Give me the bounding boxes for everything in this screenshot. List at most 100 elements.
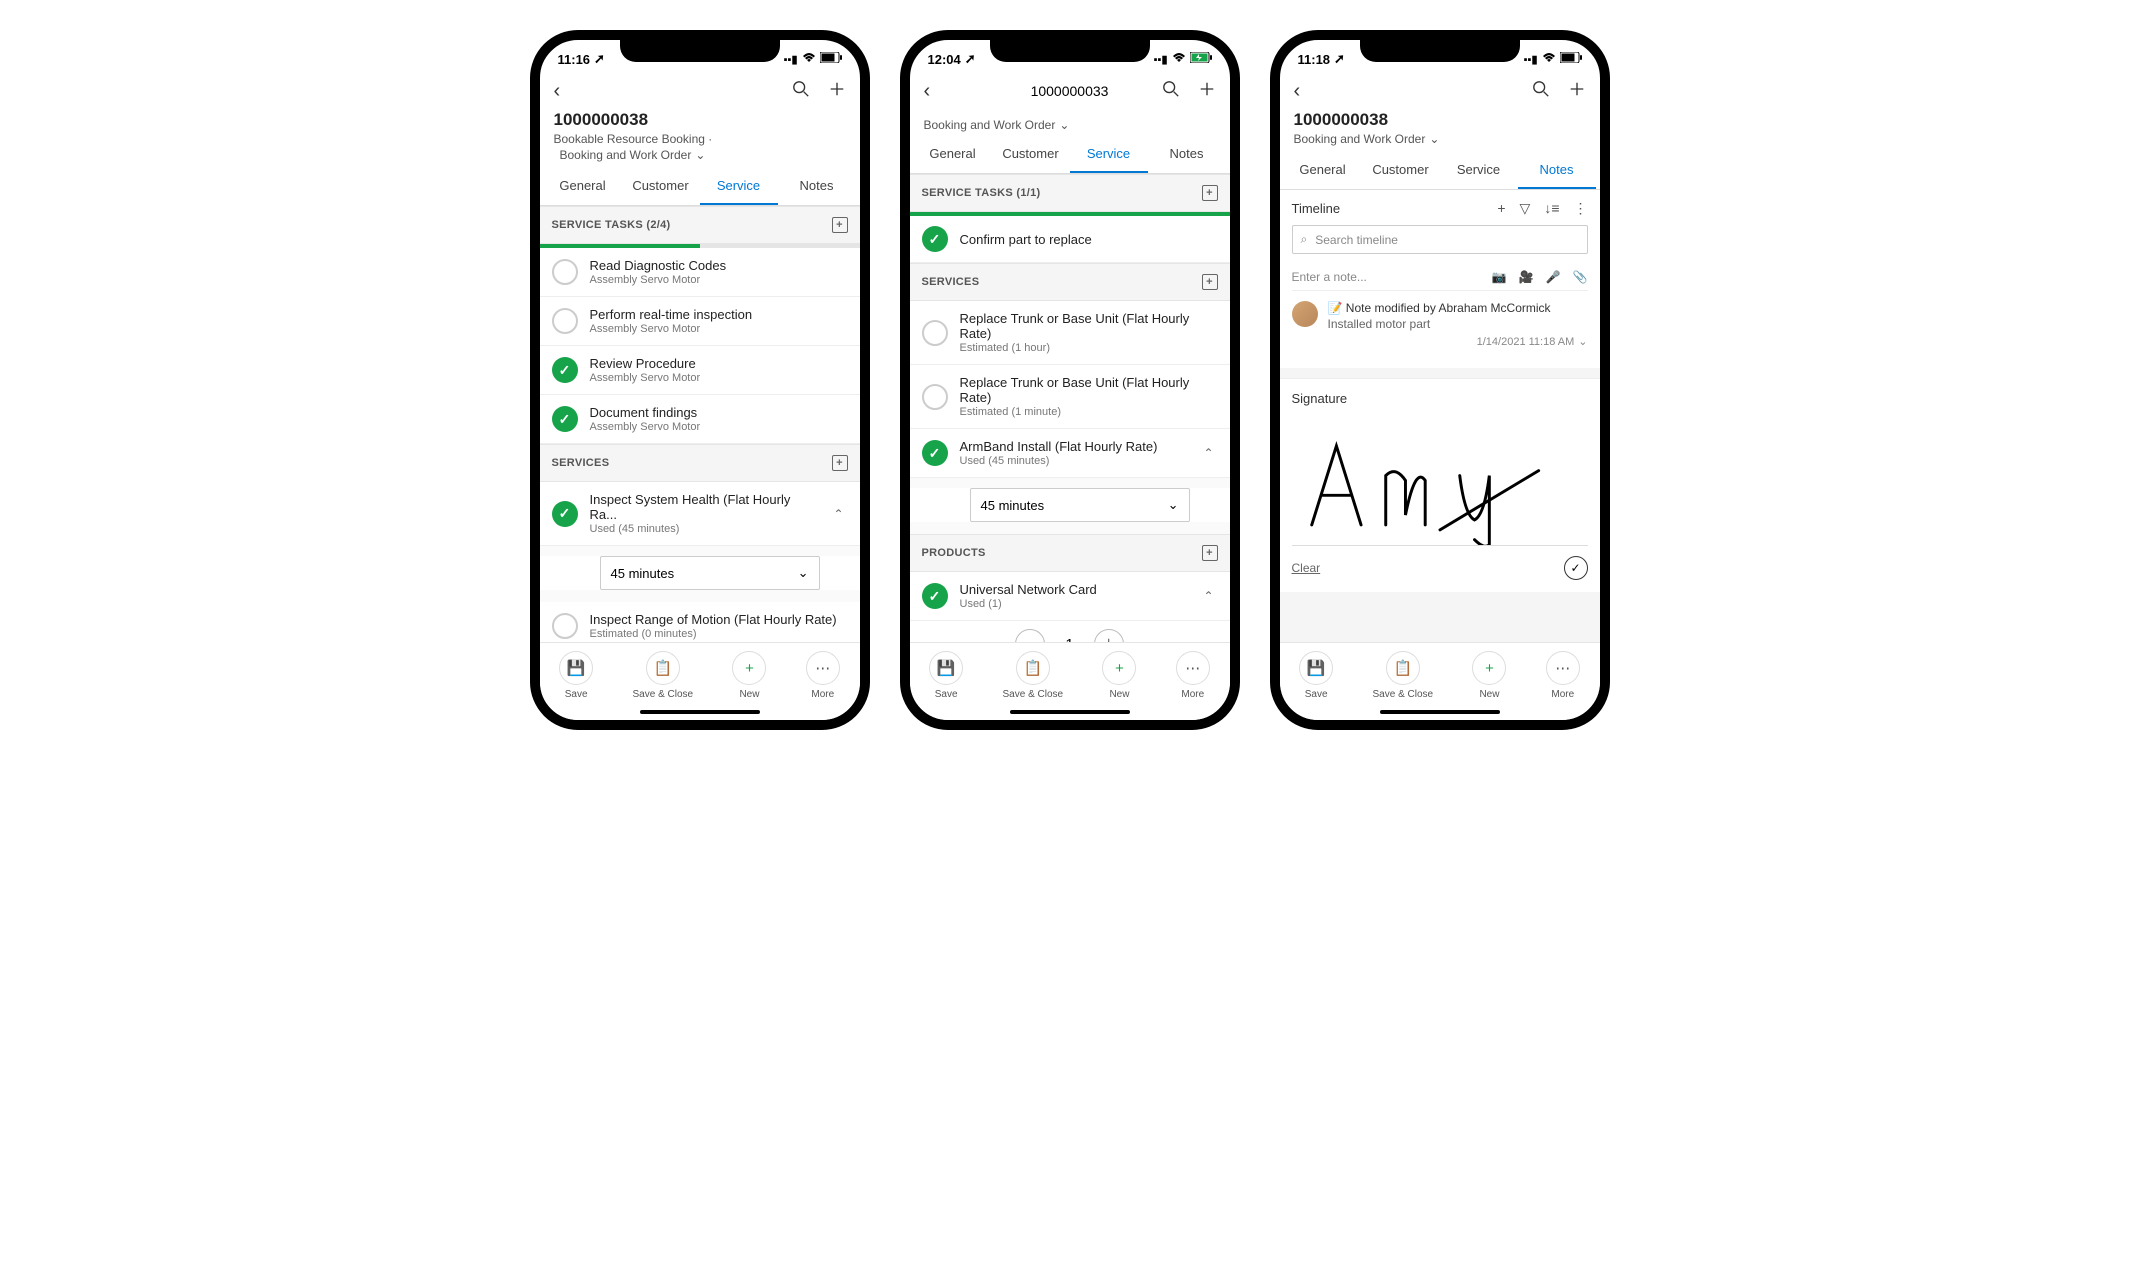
note-input[interactable]: Enter a note... 📷 🎥 🎤 📎 bbox=[1292, 264, 1588, 291]
task-sub: Assembly Servo Motor bbox=[590, 274, 848, 286]
tab-service[interactable]: Service bbox=[1070, 136, 1148, 173]
tabs: General Customer Service Notes bbox=[540, 168, 860, 206]
phone-3: 11:18 ➚ ▪▪▮ ‹ 1000000038 Booking and Wor… bbox=[1270, 30, 1610, 730]
tab-notes[interactable]: Notes bbox=[1518, 152, 1596, 189]
save-button[interactable]: 💾Save bbox=[1299, 651, 1333, 700]
service-check[interactable] bbox=[552, 613, 578, 639]
task-check[interactable] bbox=[552, 259, 578, 285]
new-button[interactable]: +New bbox=[1102, 651, 1136, 700]
service-check[interactable] bbox=[922, 440, 948, 466]
camera-icon[interactable]: 📷 bbox=[1492, 270, 1507, 284]
more-button[interactable]: ⋯More bbox=[1546, 651, 1580, 700]
save-close-button[interactable]: 📋Save & Close bbox=[1373, 651, 1434, 700]
search-icon[interactable] bbox=[1532, 80, 1550, 103]
timeline-sort-icon[interactable]: ↓≡ bbox=[1544, 200, 1559, 217]
timeline-more-icon[interactable]: ⋮ bbox=[1574, 200, 1588, 217]
add-task-button[interactable]: + bbox=[832, 217, 848, 233]
attach-icon[interactable]: 📎 bbox=[1573, 270, 1588, 284]
collapse-icon[interactable]: ⌃ bbox=[1199, 442, 1217, 464]
add-icon[interactable] bbox=[1568, 80, 1586, 103]
save-button[interactable]: 💾Save bbox=[929, 651, 963, 700]
video-icon[interactable]: 🎥 bbox=[1519, 270, 1534, 284]
more-button[interactable]: ⋯More bbox=[1176, 651, 1210, 700]
qty-increment[interactable]: + bbox=[1094, 629, 1124, 642]
search-icon[interactable] bbox=[1162, 80, 1180, 103]
service-row[interactable]: Inspect System Health (Flat Hourly Ra...… bbox=[540, 482, 860, 546]
content[interactable]: SERVICE TASKS (2/4) + Read Diagnostic Co… bbox=[540, 206, 860, 642]
search-timeline-input[interactable]: ⌕ Search timeline bbox=[1292, 225, 1588, 254]
title-block: 1000000038 Booking and Work Order ⌄ bbox=[1280, 110, 1600, 152]
add-service-button[interactable]: + bbox=[1202, 274, 1218, 290]
signature-clear-button[interactable]: Clear bbox=[1292, 561, 1321, 575]
product-check[interactable] bbox=[922, 583, 948, 609]
breadcrumb-dropdown[interactable]: Booking and Work Order ⌄ bbox=[910, 112, 1230, 136]
add-task-button[interactable]: + bbox=[1202, 185, 1218, 201]
task-row[interactable]: Perform real-time inspectionAssembly Ser… bbox=[540, 297, 860, 346]
tab-general[interactable]: General bbox=[914, 136, 992, 173]
product-row[interactable]: Universal Network CardUsed (1) ⌃ bbox=[910, 572, 1230, 621]
service-row[interactable]: Replace Trunk or Base Unit (Flat Hourly … bbox=[910, 365, 1230, 429]
note-entry[interactable]: 📝 Note modified by Abraham McCormick Ins… bbox=[1292, 291, 1588, 358]
tab-customer[interactable]: Customer bbox=[1362, 152, 1440, 189]
qty-decrement[interactable]: − bbox=[1015, 629, 1045, 642]
content[interactable]: Timeline + ▽ ↓≡ ⋮ ⌕ Search timeline Ente… bbox=[1280, 190, 1600, 642]
new-button[interactable]: +New bbox=[1472, 651, 1506, 700]
home-indicator[interactable] bbox=[1010, 710, 1130, 714]
breadcrumb-dropdown[interactable]: Booking and Work Order ⌄ bbox=[1294, 132, 1586, 146]
tab-customer[interactable]: Customer bbox=[992, 136, 1070, 173]
timeline-add-icon[interactable]: + bbox=[1497, 200, 1505, 217]
back-button[interactable]: ‹ bbox=[924, 80, 931, 103]
signature-confirm-button[interactable]: ✓ bbox=[1564, 556, 1588, 580]
service-row[interactable]: Replace Trunk or Base Unit (Flat Hourly … bbox=[910, 301, 1230, 365]
search-icon[interactable] bbox=[792, 80, 810, 103]
tab-service[interactable]: Service bbox=[1440, 152, 1518, 189]
breadcrumb-dropdown[interactable]: Booking and Work Order ⌄ bbox=[554, 148, 846, 162]
home-indicator[interactable] bbox=[1380, 710, 1500, 714]
signature-canvas[interactable] bbox=[1292, 416, 1588, 546]
service-check[interactable] bbox=[922, 320, 948, 346]
save-button[interactable]: 💾Save bbox=[559, 651, 593, 700]
duration-select[interactable]: 45 minutes ⌄ bbox=[970, 488, 1190, 522]
back-button[interactable]: ‹ bbox=[554, 80, 561, 103]
tab-customer[interactable]: Customer bbox=[622, 168, 700, 205]
back-button[interactable]: ‹ bbox=[1294, 80, 1301, 103]
add-service-button[interactable]: + bbox=[832, 455, 848, 471]
search-icon: ⌕ bbox=[1301, 232, 1308, 247]
task-check[interactable] bbox=[922, 226, 948, 252]
signature-section: Signature Clear ✓ bbox=[1280, 378, 1600, 592]
task-row[interactable]: Document findingsAssembly Servo Motor bbox=[540, 395, 860, 444]
page-title: 1000000038 bbox=[1294, 110, 1586, 130]
task-row[interactable]: Confirm part to replace bbox=[910, 216, 1230, 263]
add-icon[interactable] bbox=[1198, 80, 1216, 103]
collapse-icon[interactable]: ⌃ bbox=[829, 503, 847, 525]
wifi-icon bbox=[1172, 53, 1186, 66]
service-row[interactable]: ArmBand Install (Flat Hourly Rate)Used (… bbox=[910, 429, 1230, 478]
tab-notes[interactable]: Notes bbox=[778, 168, 856, 205]
task-row[interactable]: Review ProcedureAssembly Servo Motor bbox=[540, 346, 860, 395]
service-row[interactable]: Inspect Range of Motion (Flat Hourly Rat… bbox=[540, 602, 860, 642]
save-close-button[interactable]: 📋Save & Close bbox=[1003, 651, 1064, 700]
content[interactable]: SERVICE TASKS (1/1) + Confirm part to re… bbox=[910, 174, 1230, 642]
tab-general[interactable]: General bbox=[1284, 152, 1362, 189]
tab-general[interactable]: General bbox=[544, 168, 622, 205]
new-button[interactable]: +New bbox=[732, 651, 766, 700]
task-check[interactable] bbox=[552, 357, 578, 383]
timeline-filter-icon[interactable]: ▽ bbox=[1520, 200, 1531, 217]
home-indicator[interactable] bbox=[640, 710, 760, 714]
mic-icon[interactable]: 🎤 bbox=[1546, 270, 1561, 284]
add-product-button[interactable]: + bbox=[1202, 545, 1218, 561]
service-check[interactable] bbox=[552, 501, 578, 527]
service-check[interactable] bbox=[922, 384, 948, 410]
task-check[interactable] bbox=[552, 406, 578, 432]
task-check[interactable] bbox=[552, 308, 578, 334]
tab-notes[interactable]: Notes bbox=[1148, 136, 1226, 173]
collapse-icon[interactable]: ⌃ bbox=[1199, 585, 1217, 607]
add-icon[interactable] bbox=[828, 80, 846, 103]
battery-icon bbox=[820, 52, 842, 66]
tab-service[interactable]: Service bbox=[700, 168, 778, 205]
save-close-button[interactable]: 📋Save & Close bbox=[633, 651, 694, 700]
service-sub: Used (45 minutes) bbox=[590, 523, 818, 535]
task-row[interactable]: Read Diagnostic CodesAssembly Servo Moto… bbox=[540, 248, 860, 297]
duration-select[interactable]: 45 minutes ⌄ bbox=[600, 556, 820, 590]
more-button[interactable]: ⋯More bbox=[806, 651, 840, 700]
